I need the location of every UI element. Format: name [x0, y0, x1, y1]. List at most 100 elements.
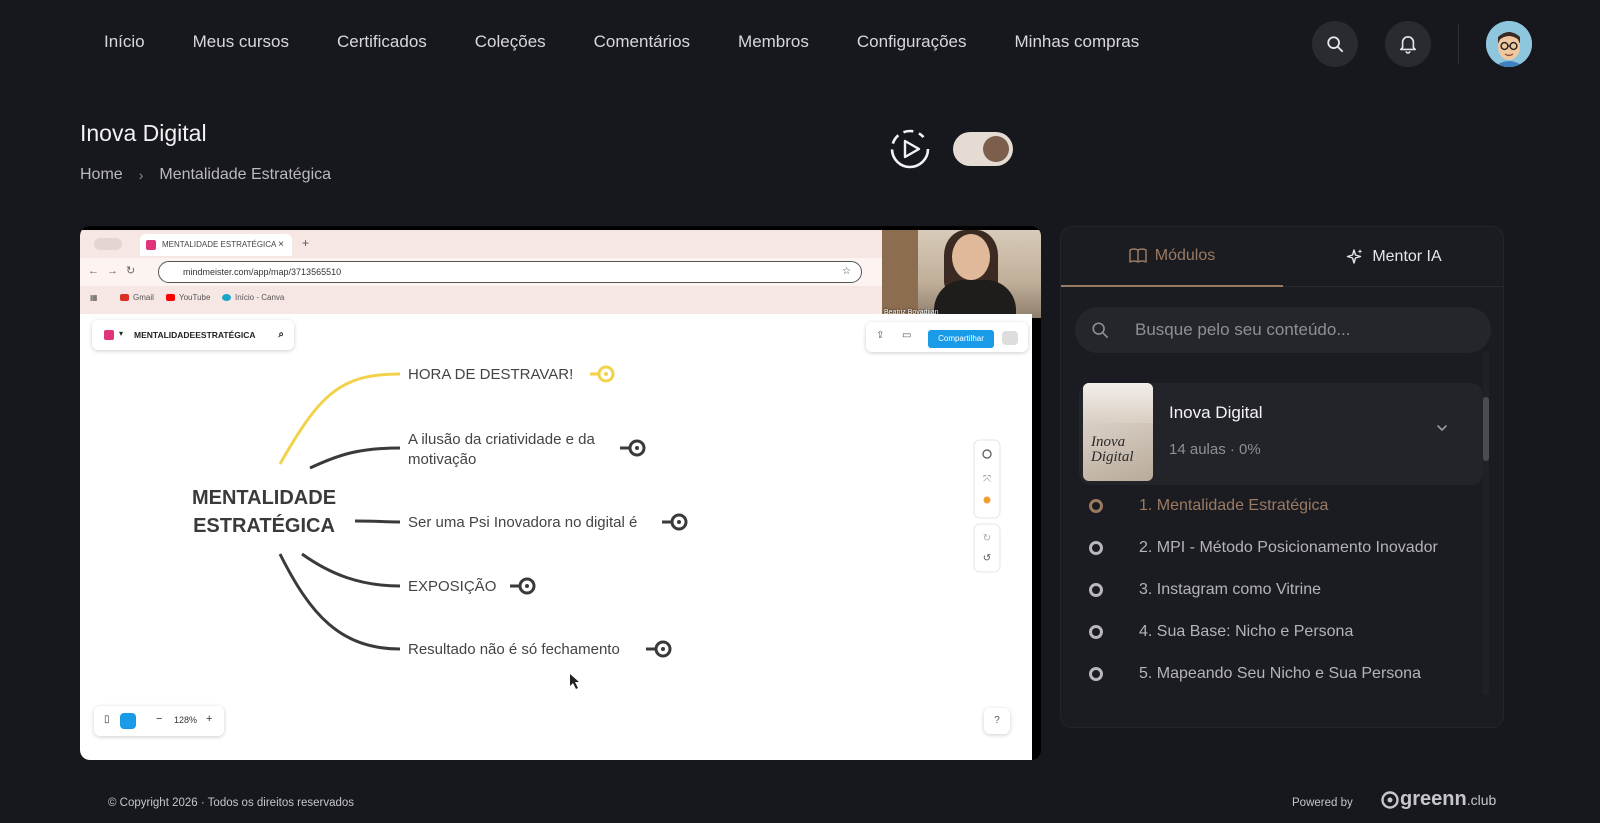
lesson-status-icon	[1089, 541, 1103, 555]
svg-text:↺: ↺	[983, 553, 991, 564]
video-player[interactable]: MENTALIDADE ESTRATÉGICA × + ←→↻ mindmeis…	[80, 226, 1041, 760]
tab-mentor-label: Mentor IA	[1372, 248, 1442, 265]
lesson-item-4[interactable]: 4. Sua Base: Nicho e Persona	[1089, 621, 1353, 643]
nav-item-membros[interactable]: Membros	[714, 32, 833, 52]
powered-by-label: Powered by	[1292, 797, 1353, 809]
browser-url-row: ←→↻ mindmeister.com/app/map/3713565510 ☆	[80, 258, 882, 286]
lesson-status-icon	[1089, 583, 1103, 597]
mindmap-side-tools: ⤧ ↻ ↺	[973, 439, 1001, 573]
zoom-in-icon: +	[206, 713, 213, 725]
nav-item-colecoes[interactable]: Coleções	[451, 32, 570, 52]
greenn-logo-icon	[1381, 790, 1399, 809]
webcam-body	[934, 280, 1016, 318]
zoom-out-icon: −	[156, 713, 163, 725]
sidebar-tabs: Módulos Mentor IA	[1061, 227, 1503, 287]
lesson-status-icon	[1089, 625, 1103, 639]
lesson-title: 3. Instagram como Vitrine	[1139, 581, 1322, 598]
chevron-down-icon[interactable]	[1435, 423, 1449, 433]
webcam-face	[952, 234, 990, 280]
mouse-cursor-icon	[570, 674, 579, 689]
nav-item-certificados[interactable]: Certificados	[313, 32, 451, 52]
nav-item-minhas-compras[interactable]: Minhas compras	[991, 32, 1164, 52]
webcam-shelf	[882, 230, 918, 318]
notifications-button[interactable]	[1385, 21, 1431, 67]
nav-item-configuracoes[interactable]: Configurações	[833, 32, 991, 52]
branch-1-node-icon	[590, 365, 615, 383]
copyright-text: © Copyright 2026 · Todos os direitos res…	[108, 797, 355, 809]
branch-1-label: HORA DE DESTRAVAR!	[408, 366, 573, 383]
branch-4-label: EXPOSIÇÃO	[408, 578, 496, 595]
lesson-item-2[interactable]: 2. MPI - Método Posicionamento Inovador	[1089, 537, 1438, 559]
content-search	[1075, 307, 1491, 353]
toggle-knob	[983, 136, 1009, 162]
content-search-input[interactable]	[1135, 307, 1475, 353]
course-sidebar: Módulos Mentor IA Inova Digital Inova Di…	[1060, 226, 1504, 728]
webcam-overlay: Beatriz Boyadjian	[882, 230, 1041, 318]
browser-tab-strip: MENTALIDADE ESTRATÉGICA × +	[80, 230, 882, 256]
play-circle-icon	[890, 129, 930, 169]
bookmark-canva: Início - Canva	[222, 293, 284, 302]
lesson-item-3[interactable]: 3. Instagram como Vitrine	[1089, 579, 1321, 601]
canva-icon	[222, 294, 231, 301]
search-button[interactable]	[1312, 21, 1358, 67]
nav-menu: Início Meus cursos Certificados Coleções…	[80, 32, 1163, 52]
bell-icon	[1399, 36, 1417, 54]
sparkles-icon	[1347, 249, 1363, 264]
mindmap-connectors	[278, 372, 401, 651]
top-navigation: Início Meus cursos Certificados Coleções…	[0, 0, 1600, 88]
nav-item-inicio[interactable]: Início	[80, 32, 169, 52]
nav-item-meus-cursos[interactable]: Meus cursos	[169, 32, 313, 52]
browser-url-box: mindmeister.com/app/map/3713565510 ☆	[158, 261, 862, 283]
bookmarks-bar: ▦ Gmail YouTube Início - Canva	[80, 288, 882, 312]
avatar-illustration-icon	[1486, 21, 1532, 67]
module-thumbnail-text: Inova Digital	[1091, 434, 1134, 465]
lesson-item-1[interactable]: 1. Mentalidade Estratégica	[1089, 495, 1328, 517]
lesson-title: 5. Mapeando Seu Nicho e Sua Persona	[1139, 665, 1421, 682]
gmail-icon	[120, 294, 129, 301]
bookmark-youtube: YouTube	[166, 293, 210, 302]
breadcrumb-home[interactable]: Home	[80, 166, 123, 184]
plus-icon: +	[302, 236, 310, 250]
branch-2-label-line-1: A ilusão da criatividade e da	[408, 431, 595, 448]
svg-text:↻: ↻	[983, 533, 991, 544]
help-icon: ?	[984, 708, 1010, 734]
search-icon	[1092, 322, 1109, 339]
svg-text:⤧: ⤧	[983, 474, 991, 485]
branch-3-label: Ser uma Psi Inovadora no digital é	[408, 514, 637, 531]
module-card[interactable]: Inova Digital Inova Digital 14 aulas · 0…	[1079, 383, 1483, 485]
branch-5-node-icon	[646, 640, 672, 658]
recorded-browser-chrome: MENTALIDADE ESTRATÉGICA × + ←→↻ mindmeis…	[80, 230, 882, 314]
browser-window-control	[94, 238, 122, 250]
greenn-logo[interactable]: greenn .club	[1380, 788, 1496, 811]
breadcrumb-current: Mentalidade Estratégica	[159, 166, 332, 183]
greenn-brand: greenn	[1400, 788, 1467, 810]
tab-modules[interactable]: Módulos	[1061, 227, 1283, 287]
autoplay-toggle[interactable]	[953, 132, 1013, 166]
user-avatar[interactable]	[1486, 21, 1532, 67]
mindmap-diagram: MENTALIDADE ESTRATÉGICA HORA DE DESTRAVA…	[192, 365, 1001, 689]
lesson-status-icon	[1089, 667, 1103, 681]
autoplay-button[interactable]	[889, 128, 931, 170]
lesson-title: 4. Sua Base: Nicho e Persona	[1139, 623, 1354, 640]
branch-2-label-line-2: motivação	[408, 451, 476, 468]
nav-item-comentarios[interactable]: Comentários	[570, 32, 714, 52]
star-icon: ☆	[842, 266, 851, 277]
book-icon	[1129, 248, 1147, 263]
module-thumbnail: Inova Digital	[1083, 383, 1153, 481]
search-icon	[1327, 36, 1344, 53]
youtube-icon	[166, 294, 175, 301]
browser-tab: MENTALIDADE ESTRATÉGICA ×	[140, 234, 292, 256]
module-meta: 14 aulas · 0%	[1169, 441, 1261, 458]
tab-mentor-ia[interactable]: Mentor IA	[1283, 227, 1503, 287]
central-topic-line-2: ESTRATÉGICA	[193, 514, 335, 537]
close-icon: ×	[278, 239, 284, 250]
lesson-item-5[interactable]: 5. Mapeando Seu Nicho e Sua Persona	[1089, 663, 1421, 685]
mindmap-zoom-controls: ▯ − 128% +	[94, 706, 224, 736]
scrollbar-thumb[interactable]	[1483, 397, 1489, 461]
page-icon: ▯	[104, 714, 110, 725]
module-title: Inova Digital	[1169, 403, 1263, 422]
lesson-title: 1. Mentalidade Estratégica	[1139, 497, 1329, 514]
greenn-brand-suffix: .club	[1466, 791, 1497, 808]
mindmeister-favicon-icon	[146, 240, 156, 250]
thumbnail-background	[1083, 383, 1153, 423]
